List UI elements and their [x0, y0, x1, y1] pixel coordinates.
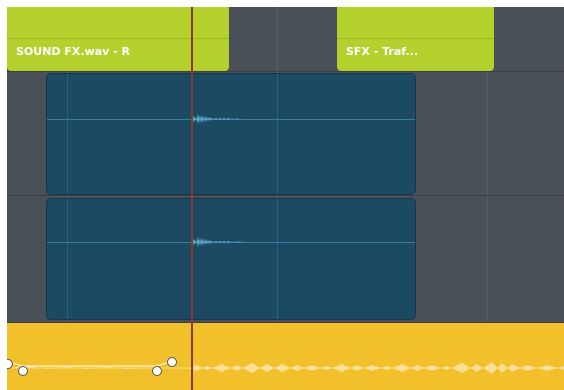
waveform — [192, 114, 252, 124]
track-separator — [7, 195, 564, 196]
audio-track-yellow[interactable] — [7, 323, 564, 390]
grid-line — [277, 74, 278, 194]
clip-label: SOUND FX.wav - R — [16, 45, 130, 58]
audio-clip-left-channel[interactable] — [46, 73, 416, 195]
waveform — [7, 360, 564, 374]
volume-keyframe[interactable] — [167, 357, 177, 367]
audio-clip-right-channel[interactable] — [46, 198, 416, 320]
sfx-traffic-clip[interactable]: SFX - Traf... — [337, 7, 494, 71]
waveform — [192, 237, 247, 247]
grid-line — [277, 199, 278, 319]
clip-label: SFX - Traf... — [346, 45, 419, 58]
clip-divider — [7, 38, 229, 39]
grid-line — [67, 199, 68, 319]
playhead[interactable] — [191, 7, 193, 390]
grid-line — [67, 74, 68, 194]
track-separator — [7, 71, 564, 72]
sound-fx-clip[interactable]: SOUND FX.wav - R — [7, 7, 229, 71]
volume-keyframe[interactable] — [18, 366, 28, 376]
clip-divider — [337, 38, 494, 39]
volume-keyframe[interactable] — [152, 366, 162, 376]
timeline-area[interactable]: SOUND FX.wav - R SFX - Traf... — [7, 7, 564, 390]
